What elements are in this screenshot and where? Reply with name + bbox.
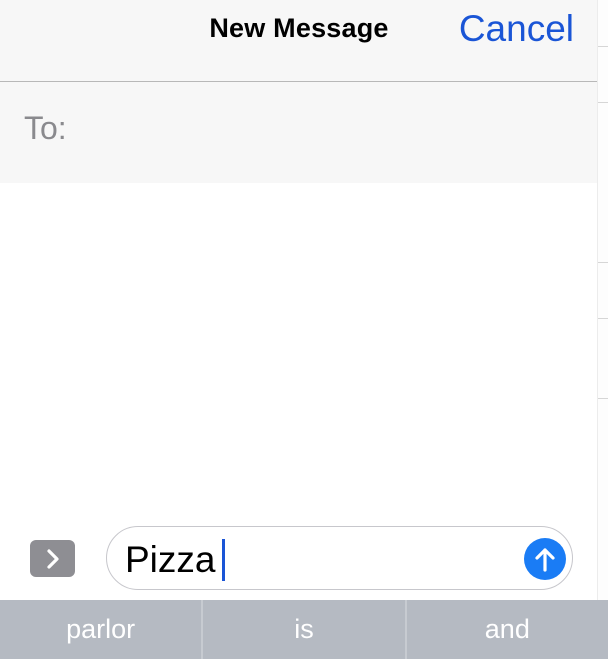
nav-bar: New Message Cancel [0,0,598,82]
edge-divider [598,398,608,399]
recipient-input[interactable] [80,102,584,160]
edge-divider [598,262,608,263]
send-button[interactable] [524,538,566,580]
message-text: Pizza [125,539,216,580]
predictive-text-bar: parlor is and [0,600,608,659]
chevron-right-icon [46,548,59,569]
suggestion-item[interactable]: and [407,600,608,659]
suggestion-item[interactable]: parlor [0,600,201,659]
right-edge [597,0,608,659]
text-caret [222,539,225,581]
edge-divider [598,46,608,47]
arrow-up-icon [535,548,555,572]
cancel-button[interactable]: Cancel [459,8,574,50]
suggestion-item[interactable]: is [203,600,404,659]
edge-divider [598,102,608,103]
to-label: To: [24,110,67,146]
expand-apps-button[interactable] [30,540,75,577]
recipient-row[interactable]: To: [0,82,598,183]
message-input[interactable]: Pizza [106,526,573,590]
edge-divider [598,318,608,319]
